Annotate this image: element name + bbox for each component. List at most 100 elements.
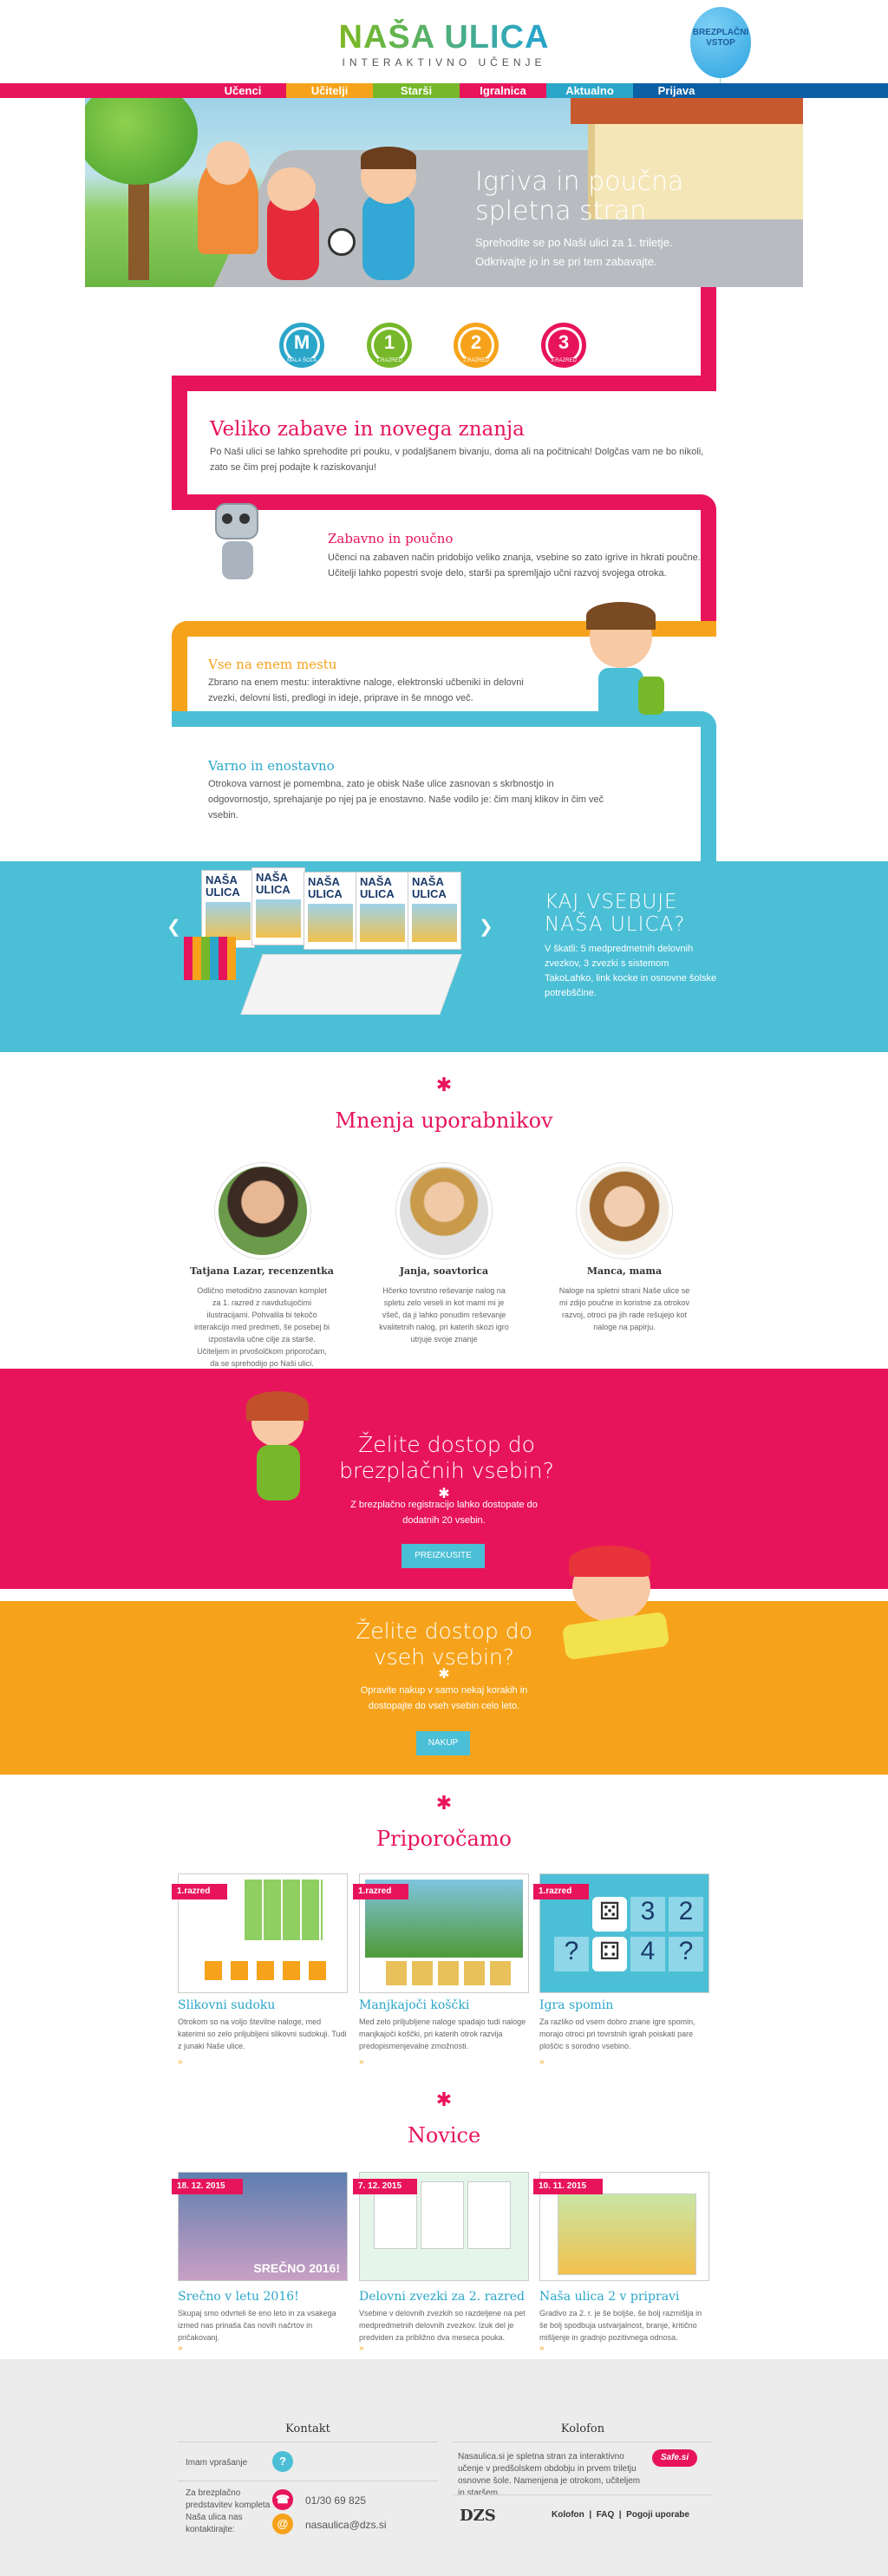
testimonials-title: Mnenja uporabnikov [335, 1108, 553, 1133]
book-title: NAŠA ULICA [412, 875, 447, 900]
carousel-prev-icon[interactable]: ❮ [166, 916, 181, 938]
hero-banner: Igriva in poučna spletna stran Sprehodit… [85, 98, 803, 287]
nav-item-aktualno[interactable]: Aktualno [546, 83, 633, 98]
email-icon: @ [272, 2514, 293, 2534]
book-picture [256, 899, 301, 938]
book-title: NAŠA ULICA [308, 875, 343, 900]
read-more-icon[interactable]: » [539, 2344, 545, 2353]
workbook-thumb [421, 2181, 464, 2249]
read-more-icon[interactable]: » [359, 2344, 364, 2353]
footer-link-faq[interactable]: FAQ [597, 2510, 615, 2520]
girl-hair [246, 1391, 309, 1421]
news-card-title[interactable]: Naša ulica 2 v pripravi [539, 2290, 679, 2304]
phone-icon: ☎ [272, 2489, 293, 2510]
question-icon[interactable]: ? [272, 2451, 293, 2472]
number-tile: ? [554, 1937, 589, 1971]
hero-title: Igriva in poučna spletna stran [475, 167, 684, 226]
hero-boy2-hair [361, 147, 416, 169]
avatar [215, 1163, 310, 1259]
recommend-card-title[interactable]: Manjkajoči koščki [359, 1998, 469, 2012]
feature-text: Zbrano na enem mestu: interaktivne nalog… [208, 677, 524, 703]
logo-subtitle: INTERAKTIVNO UČENJE [342, 56, 546, 69]
recommend-card-title[interactable]: Igra spomin [539, 1998, 613, 2012]
publisher-logo[interactable]: DZS [460, 2507, 496, 2525]
nav-item-starsi[interactable]: Starši [373, 83, 460, 98]
recommend-title: Priporočamo [376, 1827, 512, 1851]
read-more-icon[interactable]: » [359, 2057, 364, 2067]
sudoku-pieces-image [205, 1961, 326, 1980]
nav-item-prijava[interactable]: Prijava [633, 83, 720, 98]
news-date: 10. 11. 2015 [533, 2179, 603, 2194]
read-more-icon[interactable]: » [178, 2057, 183, 2067]
grade-badge: 1.razred [172, 1884, 227, 1899]
about-text: Nasaulica.si je spletna stran za interak… [458, 2452, 641, 2498]
read-more-icon[interactable]: » [539, 2057, 545, 2067]
colophon-title: Kolofon [560, 2422, 605, 2435]
hero-girl-head [206, 141, 250, 185]
footer-link-kolofon[interactable]: Kolofon [552, 2510, 584, 2520]
workbook-cover: NAŠA ULICA [251, 867, 305, 945]
free-access-balloon[interactable]: BREZPLAČNI VSTOP [690, 7, 751, 113]
recommend-card-text: Otrokom so na voljo številne naloge, med… [178, 2017, 347, 2050]
grade-3[interactable]: 3 3.RAZRED [541, 323, 586, 368]
logo-title: NAŠA ULICA [0, 19, 888, 56]
intro-title: Veliko zabave in novega znanja [210, 418, 525, 441]
workbook-thumb [467, 2181, 511, 2249]
workbook-cover: NAŠA ULICA [304, 872, 357, 950]
divider [453, 2494, 713, 2495]
grade-mala-sola[interactable]: M MALA ŠOLA [279, 323, 324, 368]
recommend-card-title[interactable]: Slikovni sudoku [178, 1998, 275, 2012]
nav-item-ucitelji[interactable]: Učitelji [286, 83, 373, 98]
news-card-text: Skupaj smo odvrteli še eno leto in za vs… [178, 2309, 336, 2342]
book-title: NAŠA ULICA [206, 873, 240, 899]
try-button[interactable]: PREIZKUSITE [402, 1544, 485, 1568]
path-line [172, 376, 187, 497]
free-title: Želite dostop do brezplačnih vsebin? [339, 1432, 554, 1483]
logo[interactable]: NAŠA ULICA INTERAKTIVNO UČENJE [0, 19, 888, 69]
grade-1[interactable]: 1 1.RAZRED [367, 323, 412, 368]
testimonial-name: Tatjana Lazar, recenzentka [190, 1265, 334, 1277]
footer-link-separator: | [617, 2510, 624, 2520]
news-date: 18. 12. 2015 [172, 2179, 243, 2194]
read-more-icon[interactable]: » [178, 2344, 183, 2353]
feature-text: Otrokova varnost je pomembna, zato je ob… [208, 779, 604, 821]
testimonial-text: Hčerko tovrstno reševanje nalog na splet… [379, 1286, 509, 1344]
news-title: Novice [407, 2123, 481, 2148]
link-cubes-image [184, 937, 236, 980]
footer [0, 2359, 888, 2576]
news-card-text: Vsebine v delovnih zvezkih so razdeljene… [359, 2309, 526, 2342]
avatar [396, 1163, 492, 1259]
number-tile: 2 [669, 1897, 703, 1932]
feature-title: Vse na enem mestu [208, 657, 337, 672]
grade-2[interactable]: 2 2.RAZRED [454, 323, 499, 368]
footer-link-pogoji[interactable]: Pogoji uporabe [626, 2510, 689, 2520]
number-tile: ? [669, 1937, 703, 1971]
nav-bar-left [0, 83, 199, 98]
safe-logo[interactable]: Safe.si [652, 2449, 697, 2467]
path-line [701, 711, 716, 861]
nav-item-igralnica[interactable]: Igralnica [460, 83, 546, 98]
dice-icon: ⚃ [592, 1937, 627, 1971]
nav-item-ucenci[interactable]: Učenci [199, 83, 286, 98]
robot-eye [239, 513, 250, 524]
number-tile: 4 [630, 1937, 665, 1971]
buy-button[interactable]: NAKUP [416, 1731, 470, 1755]
grade-sublabel: 3.RAZRED [549, 358, 578, 363]
snowflake-icon: ✱ [438, 1667, 450, 1682]
contact-title: Kontakt [285, 2422, 330, 2435]
testimonial-text: Naloge na spletni strani Naše ulice se m… [558, 1286, 690, 1331]
hero-boy-head [267, 167, 316, 211]
grade-label: 2 [460, 330, 492, 361]
feature-title: Zabavno in poučno [328, 531, 454, 546]
free-text: Z brezplačno registracijo lahko dostopat… [350, 1500, 538, 1526]
grade-badge: 1.razred [533, 1884, 589, 1899]
testimonial-name: Manca, mama [586, 1265, 663, 1277]
email-link[interactable]: nasaulica@dzs.si [305, 2519, 387, 2531]
news-card-title[interactable]: Delovni zvezki za 2. razred [359, 2290, 525, 2304]
book-title: NAŠA ULICA [360, 875, 395, 900]
footer-link-separator: | [586, 2510, 594, 2520]
snowflake-icon: ✱ [435, 1074, 453, 1095]
phone-number[interactable]: 01/30 69 825 [305, 2494, 366, 2507]
news-card-title[interactable]: Srečno v letu 2016! [178, 2290, 299, 2304]
carousel-next-icon[interactable]: ❯ [479, 916, 493, 938]
